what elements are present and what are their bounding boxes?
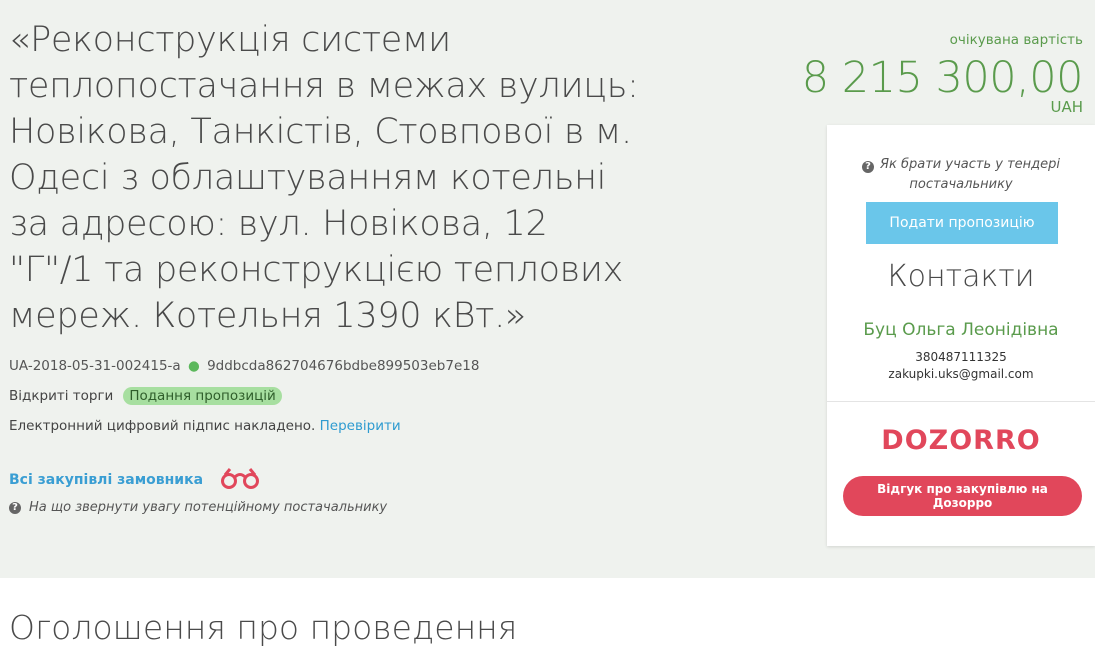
tender-identifiers: UA-2018-05-31-002415-a ● 9ddbcda86270467… — [9, 358, 479, 374]
supplier-attention-text: На що звернути увагу потенційному постач… — [29, 500, 388, 515]
dozorro-feedback-button[interactable]: Відгук про закупівлю на Дозорро — [843, 476, 1082, 516]
tender-header: «Реконструкція системи теплопостачання в… — [0, 0, 1095, 578]
question-circle-icon: ? — [9, 501, 21, 514]
procedure-type: Відкриті торги — [9, 388, 114, 404]
tender-hash: 9ddbcda862704676bdbe899503eb7e18 — [207, 358, 480, 374]
expected-value-label: очікувана вартість — [949, 32, 1083, 48]
all-purchases-row: Всі закупівлі замовника — [9, 466, 261, 494]
contact-email: zakupki.uks@gmail.com — [888, 367, 1034, 381]
expected-value-currency: UAH — [1050, 98, 1083, 116]
all-purchases-link[interactable]: Всі закупівлі замовника — [9, 472, 203, 488]
signature-text: Електронний цифровий підпис накладено. — [9, 418, 316, 434]
question-circle-icon: ? — [861, 161, 874, 173]
signature-check-link[interactable]: Перевірити — [320, 418, 401, 434]
contact-name: Буц Ольга Леонідівна — [863, 320, 1059, 340]
expected-value-amount: 8 215 300,00 — [801, 53, 1084, 103]
participation-card: ? Як брати участь у тендері постачальнику… — [827, 125, 1095, 546]
status-badge: Подання пропозицій — [123, 387, 282, 405]
separator-dot-icon: ● — [188, 358, 200, 374]
tender-id: UA-2018-05-31-002415-a — [9, 358, 181, 374]
tender-title: «Реконструкція системи теплопостачання в… — [9, 20, 639, 336]
card-divider — [827, 401, 1095, 402]
announcement-section-title: Оголошення про проведення — [9, 608, 518, 647]
signature-line: Електронний цифровий підпис накладено. П… — [9, 418, 401, 434]
procedure-line: Відкриті торги Подання пропозицій — [9, 387, 282, 405]
binoculars-icon[interactable] — [219, 466, 261, 494]
dozorro-logo: DOZORRO — [881, 425, 1041, 456]
submit-proposal-button[interactable]: Подати пропозицію — [866, 202, 1058, 244]
how-to-participate-text: Як брати участь у тендері постачальнику — [879, 157, 1060, 192]
contacts-title: Контакти — [887, 259, 1035, 294]
supplier-attention-line[interactable]: ? На що звернути увагу потенційному пост… — [9, 500, 387, 515]
contact-phone: 380487111325 — [915, 350, 1007, 364]
how-to-participate-link[interactable]: ? Як брати участь у тендері постачальнику — [827, 155, 1095, 195]
